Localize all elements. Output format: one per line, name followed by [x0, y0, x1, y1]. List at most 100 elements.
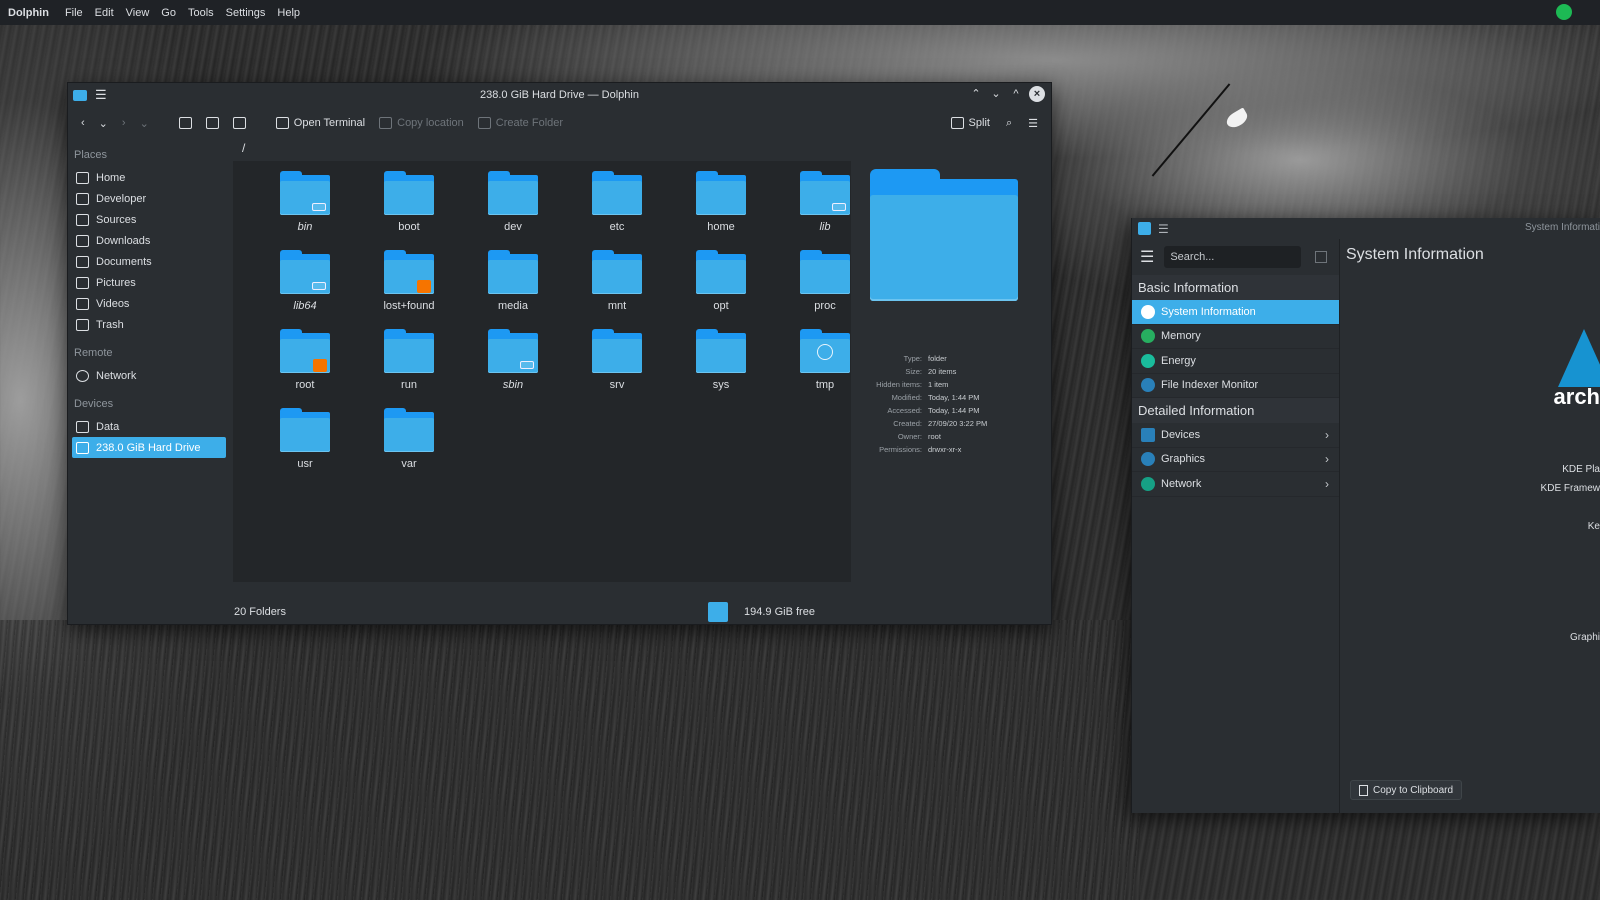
place-developer[interactable]: Developer [72, 188, 226, 209]
sidebar-item-graphics[interactable]: Graphics › [1132, 448, 1339, 472]
file-grid-area[interactable]: bin boot dev etc home lib lib64 lost+found media… [233, 161, 851, 582]
menu-settings[interactable]: Settings [220, 7, 272, 19]
home-icon[interactable] [1315, 251, 1328, 263]
document-icon [76, 255, 89, 268]
folder-item[interactable]: mnt [565, 250, 669, 329]
hamburger-menu-icon[interactable]: ☰ [1140, 247, 1154, 267]
place-label: Data [96, 420, 120, 433]
folder-item[interactable]: bin [253, 171, 357, 250]
drive-icon [76, 441, 89, 454]
place-videos[interactable]: Videos [72, 293, 226, 314]
place-label: 238.0 GiB Hard Drive [96, 441, 201, 454]
forward-history-chevron-icon[interactable]: ⌄ [135, 114, 154, 133]
folder-item[interactable]: boot [357, 171, 461, 250]
folder-item[interactable]: srv [565, 329, 669, 408]
back-button[interactable]: ‹ [76, 114, 90, 132]
symlink-badge-icon [520, 361, 534, 369]
place-network[interactable]: Network [72, 365, 226, 386]
copy-to-clipboard-button[interactable]: Copy to Clipboard [1350, 780, 1463, 800]
chevron-right-icon: › [1325, 452, 1329, 467]
menu-help[interactable]: Help [271, 7, 306, 19]
info-center-content: System Information arch KDE Pla KDE Fram… [1341, 239, 1600, 813]
split-label: Split [968, 117, 990, 129]
folder-item[interactable]: run [357, 329, 461, 408]
place-sources[interactable]: Sources [72, 209, 226, 230]
maximize-button[interactable]: ^ [1009, 86, 1023, 102]
sidebar-item-label: Network [1161, 477, 1202, 490]
free-space-indicator[interactable] [708, 602, 728, 622]
place-trash[interactable]: Trash [72, 314, 226, 335]
sidebar-item-memory[interactable]: Memory [1132, 325, 1339, 349]
energy-icon [1141, 353, 1155, 368]
path-root[interactable]: / [242, 141, 245, 155]
folder-item[interactable]: dev [461, 171, 565, 250]
place-documents[interactable]: Documents [72, 251, 226, 272]
folder-item[interactable]: lost+found [357, 250, 461, 329]
device-hard-drive[interactable]: 238.0 GiB Hard Drive [72, 437, 226, 458]
sidebar-item-label: Devices [1161, 428, 1201, 441]
location-bar[interactable]: / [230, 139, 850, 161]
folder-label: sys [712, 379, 730, 391]
folder-item[interactable]: var [357, 408, 461, 487]
place-downloads[interactable]: Downloads [72, 230, 226, 251]
info-center-app-icon[interactable] [1138, 222, 1151, 235]
details-view-button[interactable] [228, 114, 251, 132]
create-folder-label: Create Folder [495, 117, 564, 129]
folder-item[interactable]: media [461, 250, 565, 329]
info-center-titlebar[interactable]: ☰ System Informati [1132, 218, 1600, 239]
split-button[interactable]: Split [946, 114, 995, 132]
keep-above-button[interactable]: ⌃ [969, 86, 983, 102]
create-folder-button[interactable]: Create Folder [473, 114, 568, 132]
network-icon [76, 369, 89, 382]
folder-label: dev [504, 221, 522, 233]
sidebar-item-energy[interactable]: Energy [1132, 349, 1339, 374]
folder-item[interactable]: sys [669, 329, 773, 408]
terminal-icon [275, 117, 289, 129]
device-data[interactable]: Data [72, 416, 226, 437]
folder-item[interactable]: usr [253, 408, 357, 487]
place-label: Developer [96, 192, 147, 205]
sidebar-item-system-information[interactable]: System Information [1132, 300, 1339, 325]
search-input[interactable] [1164, 246, 1302, 268]
close-button[interactable]: × [1029, 86, 1045, 102]
search-button[interactable]: ⌕ [1001, 114, 1017, 133]
video-icon [76, 297, 89, 310]
minimize-button[interactable]: ⌄ [989, 86, 1003, 102]
folder-label: bin [297, 221, 313, 233]
forward-button[interactable]: › [117, 114, 131, 132]
icons-view-button[interactable] [174, 114, 197, 132]
window-menu-icon[interactable]: ☰ [1158, 222, 1169, 236]
sidebar-item-network[interactable]: Network › [1132, 472, 1339, 497]
menu-view[interactable]: View [120, 7, 156, 19]
place-pictures[interactable]: Pictures [72, 272, 226, 293]
menu-file[interactable]: File [59, 7, 89, 19]
hamburger-menu-button[interactable]: ☰ [1023, 114, 1043, 133]
menu-tools[interactable]: Tools [182, 7, 220, 19]
meta-created: 27/09/20 3:22 PM [928, 419, 988, 428]
place-label: Home [96, 171, 126, 184]
menu-edit[interactable]: Edit [89, 7, 120, 19]
place-home[interactable]: Home [72, 167, 226, 188]
dolphin-app-icon[interactable] [73, 89, 87, 101]
copy-location-button[interactable]: Copy location [374, 114, 469, 132]
window-menu-icon[interactable]: ☰ [95, 87, 107, 103]
folder-label: mnt [607, 300, 627, 312]
place-label: Pictures [96, 276, 136, 289]
file-grid: bin boot dev etc home lib lib64 lost+found media… [253, 171, 877, 487]
compact-view-button[interactable] [201, 114, 224, 132]
folder-item[interactable]: root [253, 329, 357, 408]
spotify-tray-icon[interactable] [1556, 4, 1572, 20]
folder-item[interactable]: lib64 [253, 250, 357, 329]
sidebar-item-file-indexer-monitor[interactable]: File Indexer Monitor [1132, 374, 1339, 398]
open-terminal-button[interactable]: Open Terminal [271, 114, 370, 132]
new-folder-icon [477, 117, 491, 129]
folder-item[interactable]: home [669, 171, 773, 250]
folder-item[interactable]: sbin [461, 329, 565, 408]
folder-item[interactable]: opt [669, 250, 773, 329]
menu-go[interactable]: Go [155, 7, 182, 19]
back-history-chevron-icon[interactable]: ⌄ [94, 114, 113, 133]
folder-item[interactable]: etc [565, 171, 669, 250]
copy-icon [1359, 784, 1368, 796]
sidebar-item-devices[interactable]: Devices › [1132, 423, 1339, 448]
dolphin-titlebar[interactable]: ☰ 238.0 GiB Hard Drive — Dolphin ⌃ ⌄ ^ × [68, 83, 1051, 107]
